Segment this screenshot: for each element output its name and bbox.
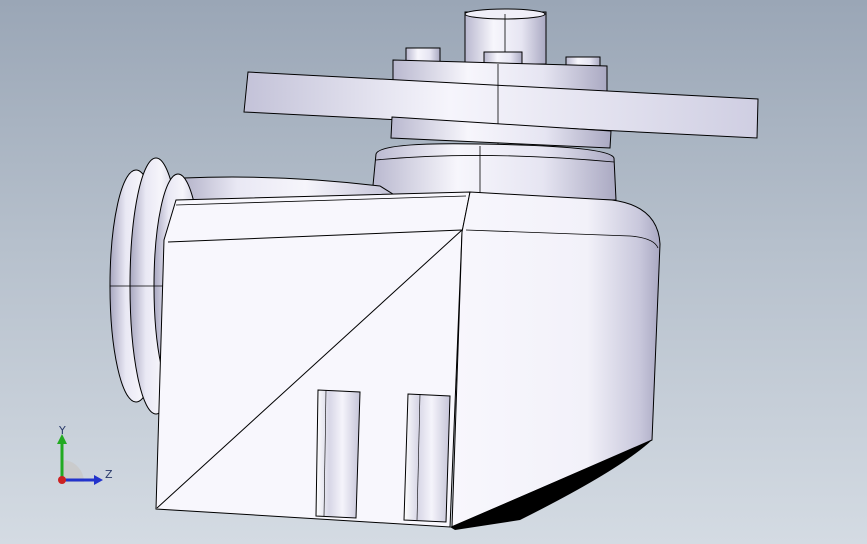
neck-collar[interactable]: [371, 143, 617, 201]
x-axis-dot-icon: [58, 476, 66, 484]
z-axis-label: Z: [105, 468, 113, 481]
axis-triad: Y Z: [57, 424, 113, 485]
3d-model[interactable]: [0, 0, 867, 544]
cad-viewport[interactable]: Y Z: [0, 0, 867, 544]
z-axis-arrow-icon: [94, 475, 103, 485]
y-axis-label: Y: [58, 424, 66, 437]
body-right-face[interactable]: [451, 191, 661, 528]
